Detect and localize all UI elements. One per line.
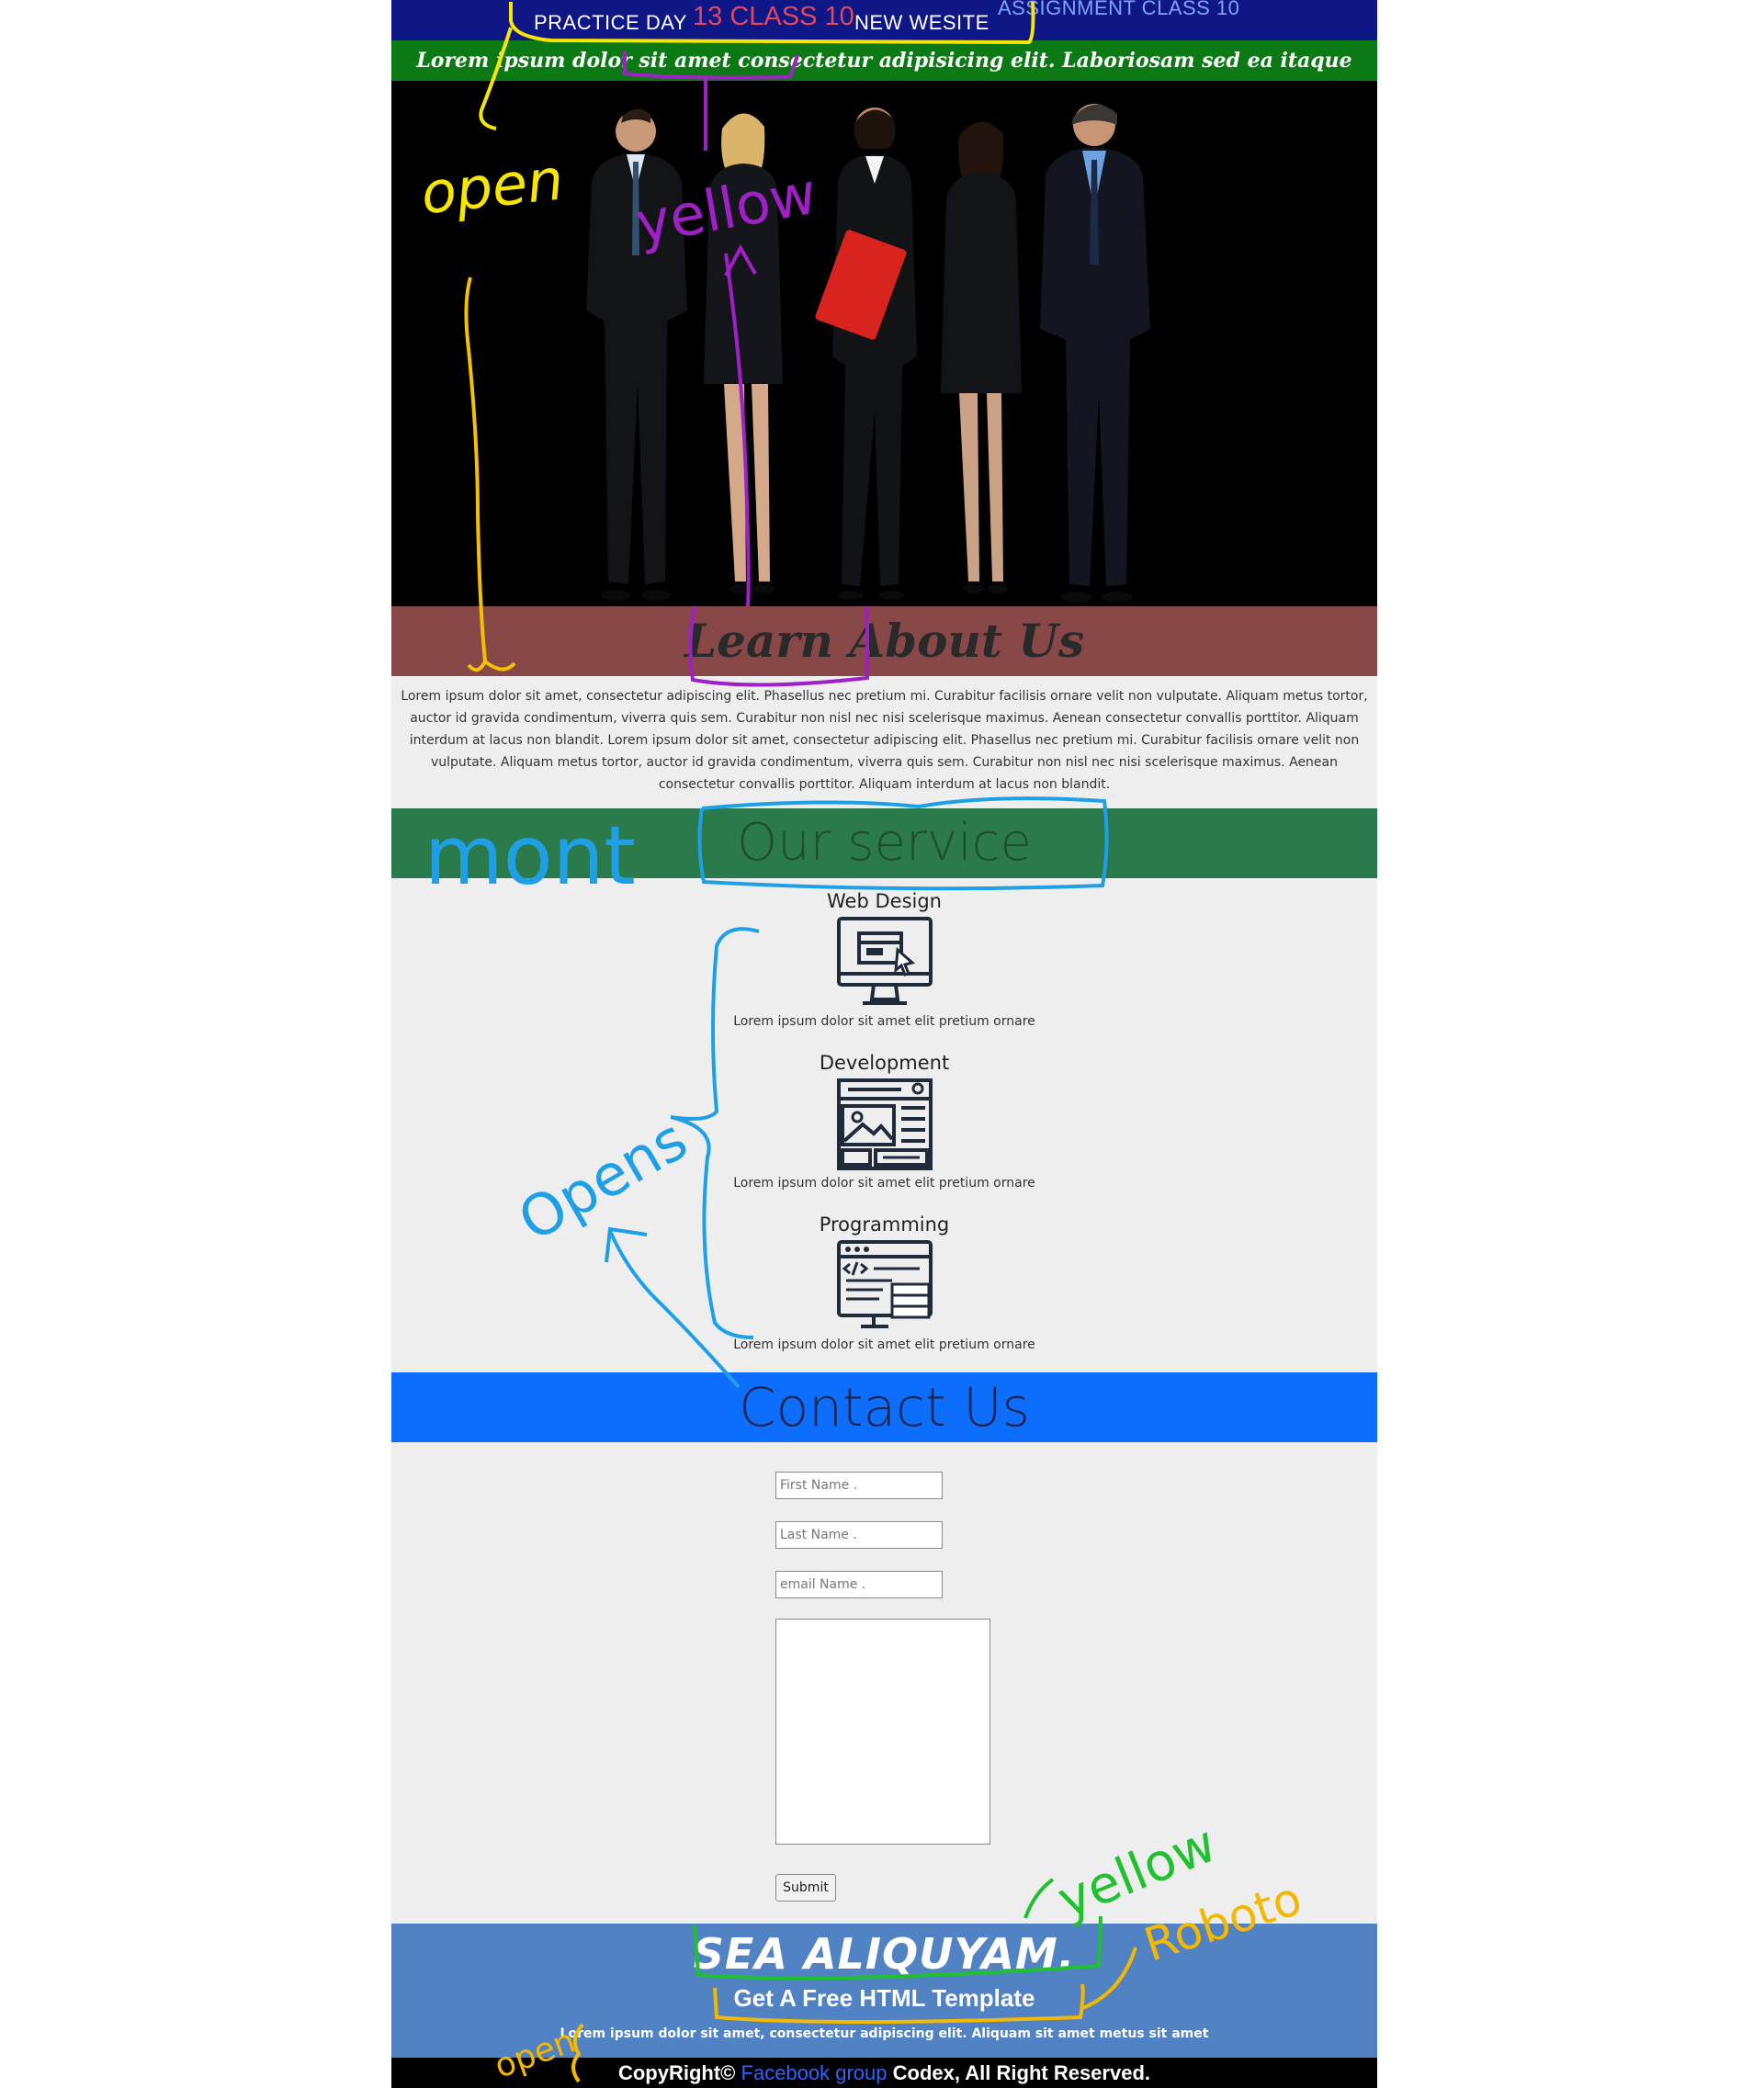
- service-section-header: Our service: [391, 808, 1377, 878]
- service-title: Programming: [819, 1213, 950, 1236]
- service-title: Web Design: [827, 890, 942, 912]
- copyright-prefix: CopyRight©: [617, 2061, 736, 2084]
- header-text-new-website: NEW WESITE: [854, 11, 989, 34]
- service-item-programming: Programming Lorem ipsum dolor sit amet e…: [391, 1211, 1377, 1354]
- email-input[interactable]: email Name .: [775, 1571, 943, 1598]
- service-heading: Our service: [737, 813, 1032, 873]
- footer-subtitle: Get A Free HTML Template: [733, 1984, 1035, 2012]
- about-section-text: Lorem ipsum dolor sit amet, consectetur …: [391, 676, 1377, 808]
- footer: SEA ALIQUYAM. Get A Free HTML Template L…: [391, 1924, 1377, 2058]
- service-title: Development: [819, 1052, 950, 1074]
- banner-bar: Lorem ipsum dolor sit amet consectetur a…: [391, 40, 1377, 113]
- about-section-header: Learn About Us: [391, 606, 1377, 676]
- about-heading: Learn About Us: [684, 614, 1085, 668]
- message-textarea[interactable]: [775, 1619, 990, 1845]
- team-of-five-business-people: [391, 81, 1377, 606]
- header-text-class: 13 CLASS 10: [693, 2, 854, 31]
- first-name-input[interactable]: First Name .: [775, 1472, 943, 1499]
- services-section: Web Design Lorem ipsum dolor sit amet el…: [391, 878, 1377, 1372]
- submit-button[interactable]: Submit: [775, 1874, 836, 1902]
- contact-section-header: Contact Us: [391, 1372, 1377, 1442]
- service-text: Lorem ipsum dolor sit amet elit pretium …: [733, 1014, 1035, 1029]
- last-name-input[interactable]: Last Name .: [775, 1521, 943, 1549]
- footer-text: Lorem ipsum dolor sit amet, consectetur …: [560, 2026, 1209, 2041]
- hero-image: [391, 81, 1377, 606]
- service-text: Lorem ipsum dolor sit amet elit pretium …: [733, 1337, 1035, 1352]
- about-paragraph: Lorem ipsum dolor sit amet, consectetur …: [401, 689, 1368, 792]
- contact-form: First Name . Last Name . email Name . Su…: [391, 1442, 1377, 1924]
- contact-heading: Contact Us: [739, 1376, 1030, 1439]
- footer-title: SEA ALIQUYAM.: [693, 1929, 1076, 1979]
- header-text-assignment: ASSIGNMENT CLASS 10: [998, 0, 1240, 19]
- service-item-development: Development Lorem ipsum dolor sit amet e…: [391, 1049, 1377, 1192]
- service-item-web-design: Web Design Lorem ipsum dolor sit amet el…: [391, 887, 1377, 1031]
- copyright-bar: CopyRight© Facebook group Codex, All Rig…: [391, 2058, 1377, 2088]
- website-layout-icon: [836, 1078, 933, 1170]
- top-header-bar: PRACTICE DAY 13 CLASS 10 NEW WESITE ASSI…: [391, 0, 1377, 40]
- web-page: PRACTICE DAY 13 CLASS 10 NEW WESITE ASSI…: [391, 0, 1377, 2088]
- code-window-server-icon: [836, 1240, 933, 1328]
- service-text: Lorem ipsum dolor sit amet elit pretium …: [733, 1176, 1035, 1191]
- copyright-suffix: Codex, All Right Reserved.: [892, 2061, 1151, 2084]
- monitor-web-design-icon: [836, 917, 933, 1005]
- facebook-group-link[interactable]: Facebook group: [741, 2061, 888, 2084]
- header-text-practice-day: PRACTICE DAY: [534, 11, 687, 34]
